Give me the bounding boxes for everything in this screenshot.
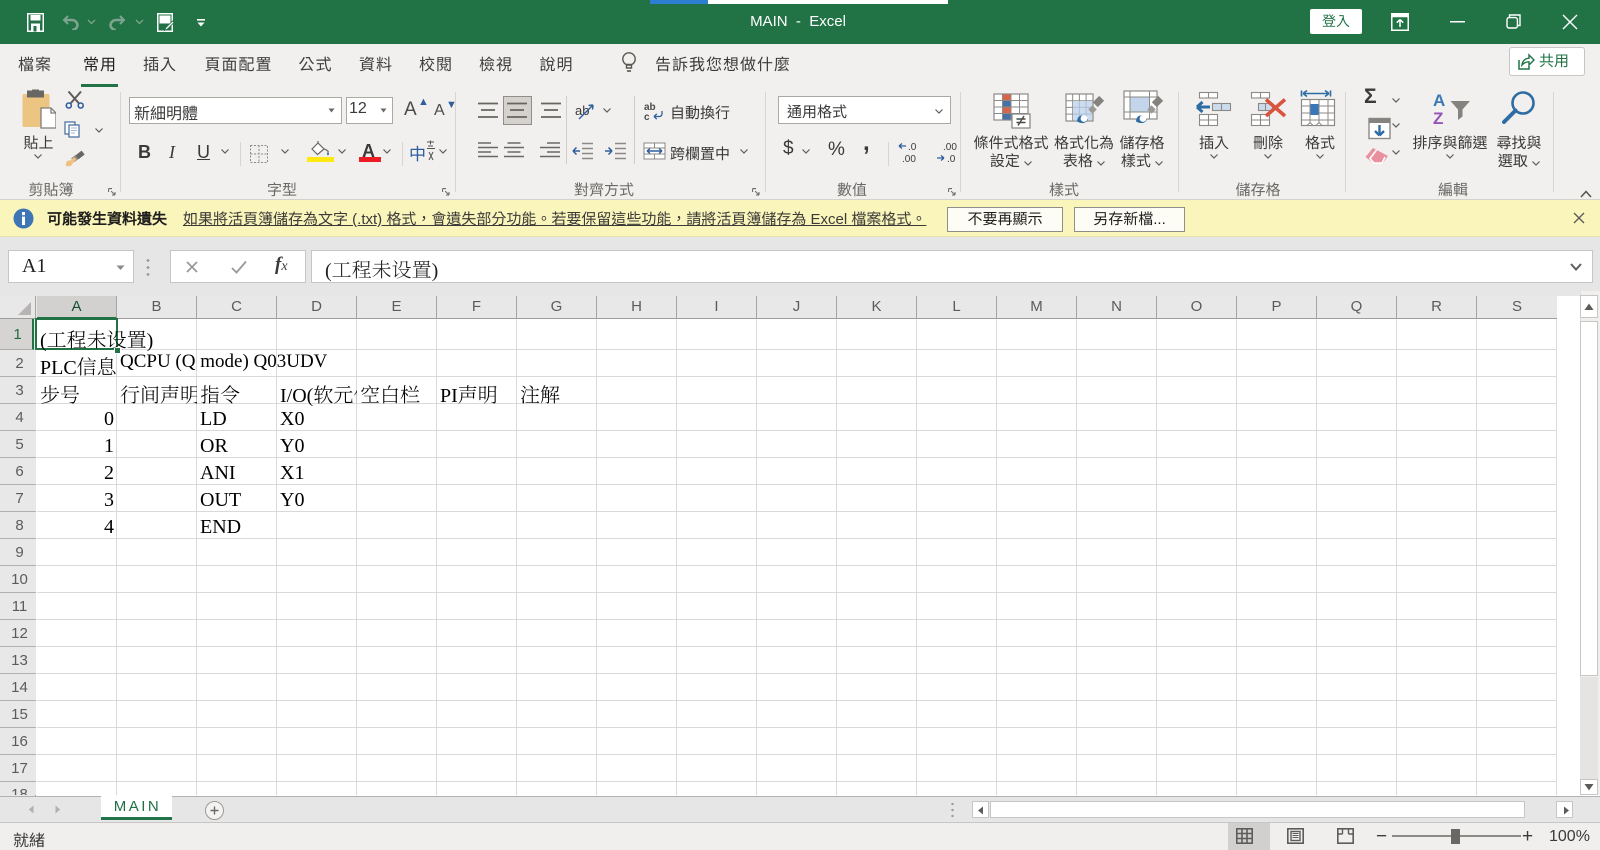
svg-text:.0: .0: [908, 142, 917, 153]
svg-text:A: A: [1433, 91, 1445, 110]
svg-text:.00: .00: [902, 154, 916, 165]
svg-text:Z: Z: [1433, 109, 1443, 124]
svg-text:.0: .0: [947, 154, 956, 165]
svg-text:.00: .00: [943, 142, 957, 153]
svg-text:c: c: [644, 112, 650, 121]
